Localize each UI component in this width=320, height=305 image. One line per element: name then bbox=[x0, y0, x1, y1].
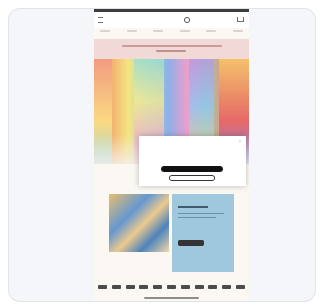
popup-primary-button[interactable] bbox=[161, 166, 223, 172]
popup-title bbox=[157, 142, 227, 148]
popup-modal: × bbox=[139, 136, 246, 186]
mobile-page-screenshot: × bbox=[94, 9, 249, 301]
close-icon[interactable]: × bbox=[238, 139, 242, 143]
preview-card: × bbox=[8, 8, 316, 302]
popup-text bbox=[161, 153, 224, 157]
popup-secondary-button[interactable] bbox=[169, 175, 215, 181]
